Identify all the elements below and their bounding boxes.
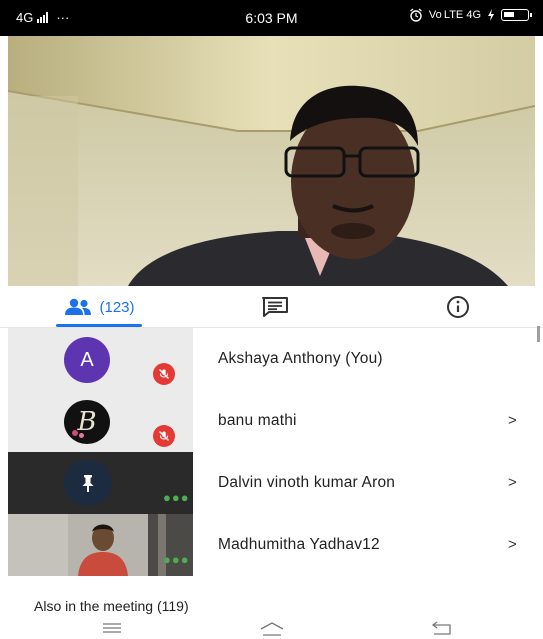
status-bar: 4G ··· 6:03 PM Vo LTE 4G — [0, 0, 543, 36]
meet-screen: 4G ··· 6:03 PM Vo LTE 4G (123) A Akshaya… — [0, 0, 543, 639]
meeting-tabs: (123) — [0, 286, 543, 328]
battery-icon — [501, 9, 532, 21]
chevron-right-icon[interactable]: > — [508, 474, 517, 491]
active-tab-indicator — [56, 324, 142, 327]
more-options-icon[interactable]: ●●● — [163, 490, 190, 505]
mic-off-icon — [153, 425, 175, 447]
participant-name: Dalvin vinoth kumar Aron — [218, 474, 396, 491]
mic-off-icon — [153, 363, 175, 385]
avatar-letter: A — [80, 348, 94, 371]
system-nav-bar — [0, 620, 543, 639]
chat-icon — [262, 297, 288, 317]
participant-name: banu mathi — [218, 412, 297, 429]
tab-people[interactable]: (123) — [40, 286, 158, 328]
participant-row[interactable]: B banu mathi > — [0, 390, 543, 452]
participant-name: Akshaya Anthony (You) — [218, 350, 383, 367]
speaker-video[interactable] — [8, 36, 535, 286]
charging-icon — [488, 9, 494, 21]
people-icon — [65, 298, 92, 315]
people-count: (123) — [99, 298, 135, 316]
participant-tile: A — [8, 328, 193, 390]
tab-info[interactable] — [418, 286, 498, 328]
participant-row[interactable]: A Akshaya Anthony (You) — [0, 328, 543, 390]
info-icon — [447, 296, 469, 318]
chevron-right-icon[interactable]: > — [508, 536, 517, 553]
status-right: Vo LTE 4G — [409, 8, 532, 22]
avatar — [64, 460, 112, 506]
participant-row[interactable]: ●●● Dalvin vinoth kumar Aron > — [0, 452, 543, 514]
participant-row[interactable]: ●●● Madhumitha Yadhav12 > — [0, 514, 543, 576]
participant-tile: ●●● — [8, 514, 193, 576]
chevron-right-icon[interactable]: > — [508, 412, 517, 429]
menu-icon[interactable] — [100, 621, 124, 635]
pin-icon — [82, 475, 94, 492]
avatar: A — [64, 337, 110, 383]
home-icon[interactable] — [258, 621, 286, 637]
tab-chat[interactable] — [230, 286, 320, 328]
participant-name: Madhumitha Yadhav12 — [218, 536, 380, 553]
participant-tile: ●●● — [8, 452, 193, 514]
speaker-video-image — [8, 36, 535, 286]
network-indicators: Vo LTE 4G — [428, 9, 481, 21]
avatar: B — [64, 400, 110, 444]
participant-tile: B — [8, 390, 193, 452]
back-icon[interactable] — [428, 621, 456, 637]
more-options-icon[interactable]: ●●● — [163, 552, 190, 567]
also-in-meeting-label: Also in the meeting (119) — [34, 598, 189, 614]
alarm-icon — [409, 8, 422, 22]
